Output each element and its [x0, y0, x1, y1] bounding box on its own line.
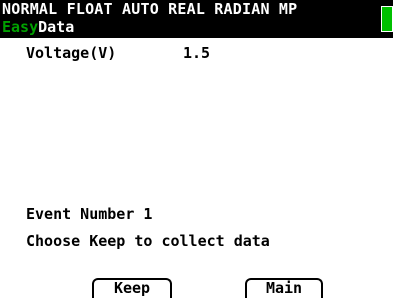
battery-icon — [381, 6, 393, 32]
instruction-text: Choose Keep to collect data — [26, 232, 270, 250]
sensor-label: Voltage(V) — [26, 44, 117, 62]
screen-title: Data — [38, 18, 75, 36]
app-name: Easy — [2, 18, 39, 36]
status-bar: NORMAL FLOAT AUTO REAL RADIAN MP EasyDat… — [0, 0, 393, 38]
calculator-screen: NORMAL FLOAT AUTO REAL RADIAN MP EasyDat… — [0, 0, 393, 298]
app-title-line: EasyData — [2, 19, 74, 36]
event-number: Event Number 1 — [26, 205, 153, 223]
main-button[interactable]: Main — [245, 278, 323, 298]
sensor-reading: 1.5 — [183, 44, 211, 62]
keep-button[interactable]: Keep — [92, 278, 172, 298]
mode-indicator: NORMAL FLOAT AUTO REAL RADIAN MP — [2, 0, 298, 18]
